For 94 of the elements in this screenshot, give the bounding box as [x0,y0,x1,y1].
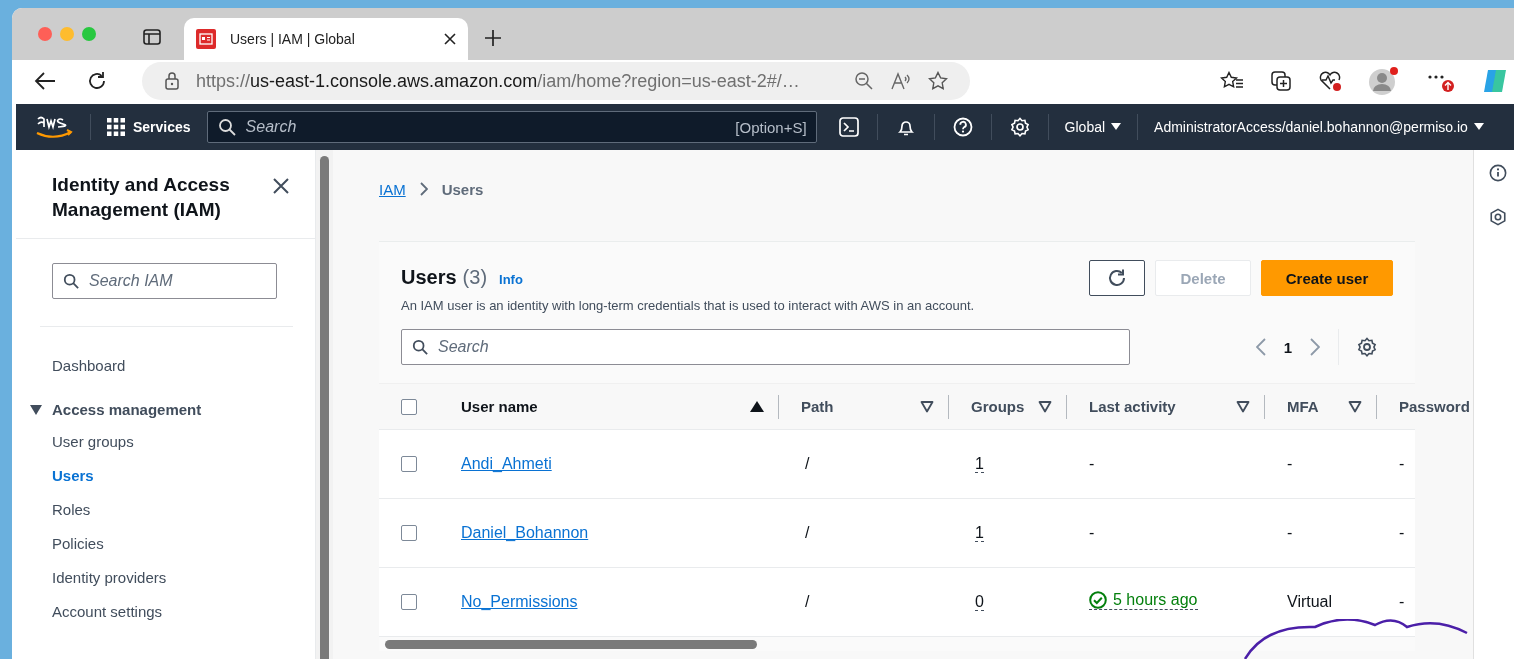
column-header[interactable]: Last activity [1089,398,1176,415]
close-icon[interactable] [273,178,289,194]
region-menu[interactable]: Global [1064,119,1122,135]
check-circle-icon [1089,591,1107,609]
search-icon [63,273,79,289]
column-header[interactable]: MFA [1287,398,1319,415]
status-indicator: 5 hours ago [1089,591,1198,610]
chevron-right-icon [419,182,428,196]
zoom-out-icon[interactable] [854,71,874,91]
info-icon[interactable] [1489,164,1507,182]
column-header[interactable]: Path [801,398,834,415]
row-checkbox[interactable] [401,594,417,610]
search-icon [412,339,428,355]
table-cell: - [1287,524,1293,541]
table-cell: 0 [975,593,984,611]
copilot-icon[interactable] [1482,68,1508,94]
sidebar-item[interactable]: Users [52,459,94,493]
sort-icon[interactable] [1236,400,1250,413]
panel-title: Users [401,266,457,289]
search-field[interactable]: Search [401,329,1130,365]
refresh-button[interactable] [1089,260,1145,296]
table-cell: / [805,593,810,610]
sidebar-item[interactable]: Account settings [52,595,163,629]
column-header[interactable]: Groups [971,398,1025,415]
sort-ascending-icon[interactable] [750,400,764,413]
shortcut-hint: [Option+S] [735,118,807,136]
row-checkbox[interactable] [401,456,417,472]
read-aloud-icon[interactable] [890,71,912,91]
user-count: (3) [462,266,488,289]
select-all-checkbox[interactable] [401,398,417,415]
sidebar-item[interactable]: Identity providers [52,561,167,595]
refresh-icon [1107,268,1127,288]
grid-icon [107,118,125,136]
user-name-link[interactable]: Andi_Ahmeti [461,455,552,472]
sidebar-item[interactable]: Dashboard [52,349,126,383]
user-name-link[interactable]: No_Permissions [461,593,578,610]
hexagon-icon[interactable] [1489,208,1507,226]
breadcrumb-link[interactable]: IAM [379,180,406,198]
sidebar-item[interactable]: Roles [52,493,91,527]
sidebar-icon[interactable] [142,27,162,47]
star-icon[interactable] [928,71,948,91]
browser-tab[interactable]: Users | IAM | Global [184,18,468,60]
section-heading[interactable]: Access management [52,395,202,425]
settings-icon[interactable] [1357,337,1377,357]
services-menu[interactable]: Services [107,118,191,136]
table-cell: - [1287,455,1293,472]
id-card-icon [196,29,216,49]
scrollbar-thumb[interactable] [320,156,329,659]
sort-icon[interactable] [1348,400,1362,413]
collections-icon[interactable] [1270,70,1292,92]
column-header[interactable]: Password [1399,398,1470,415]
table-cell: - [1399,455,1405,472]
scrollbar-thumb[interactable] [385,640,757,649]
help-icon[interactable] [952,117,973,137]
table-cell: Virtual [1287,593,1333,610]
lock-icon [164,71,180,91]
address-bar[interactable]: https://us-east-1.console.aws.amazon.com/iam/home?region=us-east-2#/… [142,62,970,100]
breadcrumb-current: Users [441,180,484,198]
plus-icon[interactable] [484,29,502,47]
panel-description: An IAM user is an identity with long-term credentials that is used to interact with AWS in an account. [401,298,976,313]
table-cell: - [1089,524,1095,541]
favorites-icon[interactable] [1220,71,1244,91]
chevron-right-icon[interactable] [1310,338,1320,356]
caret-icon [1473,123,1484,131]
expand-caret-icon[interactable] [30,405,42,415]
table-cell: 1 [975,455,984,473]
user-name-link[interactable]: Daniel_Bohannon [461,524,589,541]
back-icon[interactable] [34,71,56,91]
close-icon[interactable] [444,33,456,45]
table-cell: - [1089,455,1095,472]
profile-avatar[interactable] [1368,66,1400,96]
info-link[interactable]: Info [499,272,523,287]
page-number[interactable]: 1 [1283,338,1292,356]
table-cell: - [1399,524,1405,541]
reload-icon[interactable] [86,70,108,92]
chevron-left-icon[interactable] [1255,338,1266,356]
health-icon[interactable] [1318,70,1342,92]
create-user-button[interactable]: Create user [1261,260,1393,296]
table-cell: 1 [975,524,984,542]
sort-icon[interactable] [920,400,934,413]
sidebar-title: Identity and Access Management (IAM) [52,173,231,222]
account-menu[interactable]: AdministratorAccess/daniel.bohannon@permiso.io [1154,119,1484,135]
cloudshell-icon[interactable] [838,117,859,137]
table-cell: / [805,524,810,541]
table-cell: / [805,455,810,472]
table-cell: - [1399,593,1405,610]
sort-icon[interactable] [1038,400,1052,413]
sidebar-item[interactable]: Policies [52,527,104,561]
caret-icon [1111,123,1122,131]
row-checkbox[interactable] [401,525,417,541]
search-icon [217,118,236,136]
search-field[interactable]: Search IAM [52,263,277,299]
sidebar-item[interactable]: User groups [52,425,134,459]
column-header[interactable]: User name [461,398,538,415]
